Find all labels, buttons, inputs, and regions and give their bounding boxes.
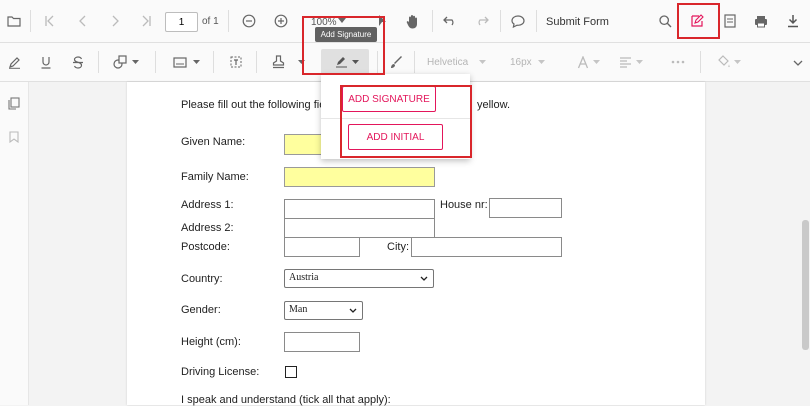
form-designer-icon[interactable] [720,11,740,31]
shapes-caret-icon[interactable] [130,57,140,67]
form-intro-text: Please fill out the following fie [181,99,326,111]
highlight-box-signature-menu [340,85,472,158]
font-size-caret-icon[interactable] [536,57,546,67]
house-nr-label: House nr: [440,199,488,211]
font-color-icon[interactable] [575,52,591,72]
postcode-label: Postcode: [181,241,230,253]
page-thumbnails-icon[interactable] [5,94,23,112]
address2-label: Address 2: [181,222,234,234]
gender-label: Gender: [181,304,221,316]
toolbar-expand-chevron-icon[interactable] [790,55,806,71]
fill-color-icon[interactable] [714,52,734,72]
measure-icon[interactable] [170,52,190,72]
navigation-sidebar [0,82,29,405]
city-label: City: [387,241,409,253]
country-label: Country: [181,273,223,285]
text-align-caret-icon[interactable] [634,57,644,67]
undo-icon[interactable] [440,11,460,31]
zoom-in-icon[interactable] [271,11,291,31]
free-text-icon[interactable] [226,52,246,72]
submit-form-button[interactable]: Submit Form [546,16,609,28]
country-select[interactable]: Austria [284,269,434,288]
font-size-dropdown[interactable]: 16px [510,57,532,68]
address1-label: Address 1: [181,199,234,211]
next-page-icon[interactable] [105,11,125,31]
comment-icon[interactable] [508,11,528,31]
house-nr-field[interactable] [489,198,562,218]
strikethrough-icon[interactable] [68,52,88,72]
search-icon[interactable] [655,11,675,31]
pan-hand-icon[interactable] [403,11,423,31]
driving-license-label: Driving License: [181,366,260,378]
postcode-field[interactable] [284,237,360,257]
font-family-caret-icon[interactable] [477,57,487,67]
given-name-label: Given Name: [181,136,246,148]
last-page-icon[interactable] [136,11,156,31]
gender-select-value: Man [289,304,308,315]
ink-brush-icon[interactable] [386,52,406,72]
country-select-chevron-icon [420,276,428,281]
height-label: Height (cm): [181,336,241,348]
font-family-dropdown[interactable]: Helvetica [427,57,468,68]
previous-page-icon[interactable] [73,11,93,31]
bookmark-icon[interactable] [5,128,23,146]
highlight-icon[interactable] [4,52,24,72]
form-intro-text-end: yellow. [477,99,511,111]
zoom-out-icon[interactable] [239,11,259,31]
address1-field[interactable] [284,199,435,219]
highlight-box-signature-tool [302,16,385,75]
fill-color-caret-icon[interactable] [732,57,742,67]
family-name-field[interactable] [284,167,435,187]
city-field[interactable] [411,237,562,257]
underline-icon[interactable] [36,52,56,72]
first-page-icon[interactable] [40,11,60,31]
page-number-input[interactable]: 1 [165,12,198,32]
driving-license-checkbox[interactable] [285,366,297,378]
text-align-icon[interactable] [617,52,633,72]
open-folder-icon[interactable] [4,11,24,31]
page-count-label: of 1 [202,16,219,27]
font-color-caret-icon[interactable] [591,57,601,67]
more-options-icon[interactable] [668,52,688,72]
highlight-box-edit-annotation [677,3,720,39]
print-icon[interactable] [751,11,771,31]
family-name-label: Family Name: [181,171,249,183]
scrollbar-thumb[interactable] [802,220,809,350]
stamp-icon[interactable] [268,52,288,72]
measure-caret-icon[interactable] [191,57,201,67]
shapes-icon[interactable] [110,52,130,72]
address2-field[interactable] [284,218,435,238]
gender-select[interactable]: Man [284,301,363,320]
download-icon[interactable] [783,11,803,31]
redo-icon[interactable] [472,11,492,31]
gender-select-chevron-icon [349,308,357,313]
height-field[interactable] [284,332,360,352]
country-select-value: Austria [289,272,319,283]
languages-label: I speak and understand (tick all that ap… [181,394,391,406]
